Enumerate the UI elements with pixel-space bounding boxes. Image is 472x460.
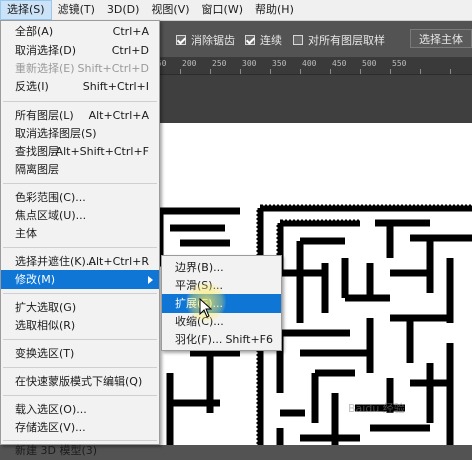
menu-filter[interactable]: 滤镜(T) <box>52 0 101 20</box>
ruler-tick-label: 450 <box>332 59 347 68</box>
menu-item-transform-selection[interactable]: 变换选区(T) <box>1 344 159 363</box>
menu-item-deselect[interactable]: 取消选择(D) Ctrl+D <box>1 41 159 60</box>
sample-all-layers-option[interactable]: 对所有图层取样 <box>293 32 385 48</box>
menu-item-inverse[interactable]: 反选(I) Shift+Ctrl+I <box>1 77 159 96</box>
menu-separator <box>3 339 157 340</box>
ruler-tick-label: 250 <box>212 59 227 68</box>
ruler-tick-label: 550 <box>392 59 407 68</box>
menu-separator <box>3 395 157 396</box>
sample-all-layers-label: 对所有图层取样 <box>308 34 385 47</box>
select-menu-dropdown: 全部(A) Ctrl+A 取消选择(D) Ctrl+D 重新选择(E) Shif… <box>0 20 160 457</box>
menu-select[interactable]: 选择(S) <box>0 0 52 20</box>
select-subject-button[interactable]: 选择主体 <box>410 29 472 48</box>
antialias-label: 消除锯齿 <box>191 34 235 47</box>
menu-item-subject[interactable]: 主体 <box>1 224 159 243</box>
contiguous-label: 连续 <box>260 34 282 47</box>
menu-item-quick-mask[interactable]: 在快速蒙版模式下编辑(Q) <box>1 372 159 391</box>
menu-item-isolate-layers[interactable]: 隔离图层 <box>1 160 159 179</box>
contiguous-checkbox[interactable] <box>245 35 255 45</box>
antialias-option[interactable]: 消除锯齿 <box>176 32 235 48</box>
ruler-tick-label: 500 <box>362 59 377 68</box>
menu-item-save-selection[interactable]: 存储选区(V)... <box>1 418 159 437</box>
ruler-tick-label: 200 <box>182 59 197 68</box>
menu-item-load-selection[interactable]: 载入选区(O)... <box>1 400 159 419</box>
menu-item-select-all[interactable]: 全部(A) Ctrl+A <box>1 22 159 41</box>
menu-item-new-3d-model[interactable]: 新建 3D 模型(3) <box>1 441 159 460</box>
submenu-item-border[interactable]: 边界(B)... <box>162 258 281 277</box>
menu-item-reselect[interactable]: 重新选择(E) Shift+Ctrl+D <box>1 59 159 78</box>
menu-item-focus-area[interactable]: 焦点区域(U)... <box>1 206 159 225</box>
sample-all-layers-checkbox[interactable] <box>293 35 303 45</box>
contiguous-option[interactable]: 连续 <box>245 32 282 48</box>
menu-item-similar[interactable]: 选取相似(R) <box>1 316 159 335</box>
antialias-checkbox[interactable] <box>176 35 186 45</box>
menu-bar: 选择(S) 滤镜(T) 3D(D) 视图(V) 窗口(W) 帮助(H) <box>0 0 472 21</box>
menu-separator <box>3 293 157 294</box>
menu-item-deselect-layers[interactable]: 取消选择图层(S) <box>1 124 159 143</box>
ruler-tick-label: 350 <box>272 59 287 68</box>
menu-3d[interactable]: 3D(D) <box>101 0 146 20</box>
menu-item-modify[interactable]: 修改(M) <box>1 270 159 289</box>
submenu-arrow-icon <box>148 276 153 284</box>
menu-window[interactable]: 窗口(W) <box>196 0 249 20</box>
menu-item-color-range[interactable]: 色彩范围(C)... <box>1 188 159 207</box>
watermark: Baidu 经验 <box>348 402 405 415</box>
submenu-item-feather[interactable]: 羽化(F)... Shift+F6 <box>162 330 281 349</box>
ruler-tick-label: 300 <box>242 59 257 68</box>
menu-separator <box>3 101 157 102</box>
menu-item-find-layers[interactable]: 查找图层 Alt+Shift+Ctrl+F <box>1 142 159 161</box>
menu-item-select-and-mask[interactable]: 选择并遮住(K)... Alt+Ctrl+R <box>1 252 159 271</box>
mouse-cursor-icon <box>199 298 213 318</box>
submenu-item-contract[interactable]: 收缩(C)... <box>162 312 281 331</box>
menu-view[interactable]: 视图(V) <box>145 0 195 20</box>
menu-item-grow[interactable]: 扩大选取(G) <box>1 298 159 317</box>
menu-separator <box>3 183 157 184</box>
menu-separator <box>3 367 157 368</box>
menu-separator <box>3 247 157 248</box>
menu-help[interactable]: 帮助(H) <box>249 0 300 20</box>
menu-item-all-layers[interactable]: 所有图层(L) Alt+Ctrl+A <box>1 106 159 125</box>
ruler-tick-label: 400 <box>302 59 317 68</box>
